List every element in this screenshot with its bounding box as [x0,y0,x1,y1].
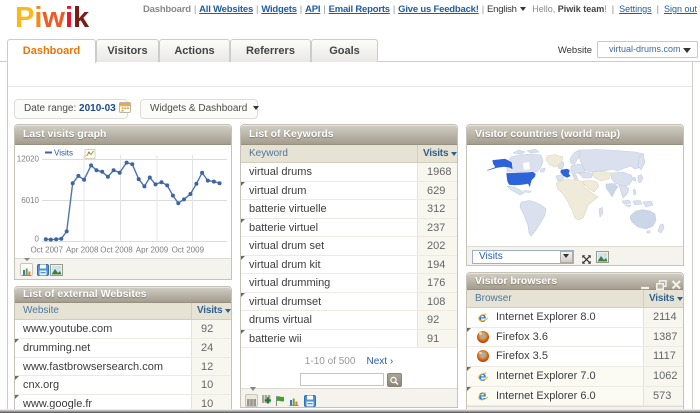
svg-text:Oct 2007: Oct 2007 [30,246,63,255]
svg-text:Apr 2008: Apr 2008 [66,246,99,255]
svg-text:Apr 2009: Apr 2009 [136,246,169,255]
svg-text:Oct 2009: Oct 2009 [172,246,205,255]
svg-text:0: 0 [35,235,40,244]
svg-text:Visits: Visits [54,149,73,158]
svg-text:Oct 2008: Oct 2008 [100,246,133,255]
svg-text:12020: 12020 [17,155,40,164]
svg-text:6010: 6010 [21,196,39,205]
